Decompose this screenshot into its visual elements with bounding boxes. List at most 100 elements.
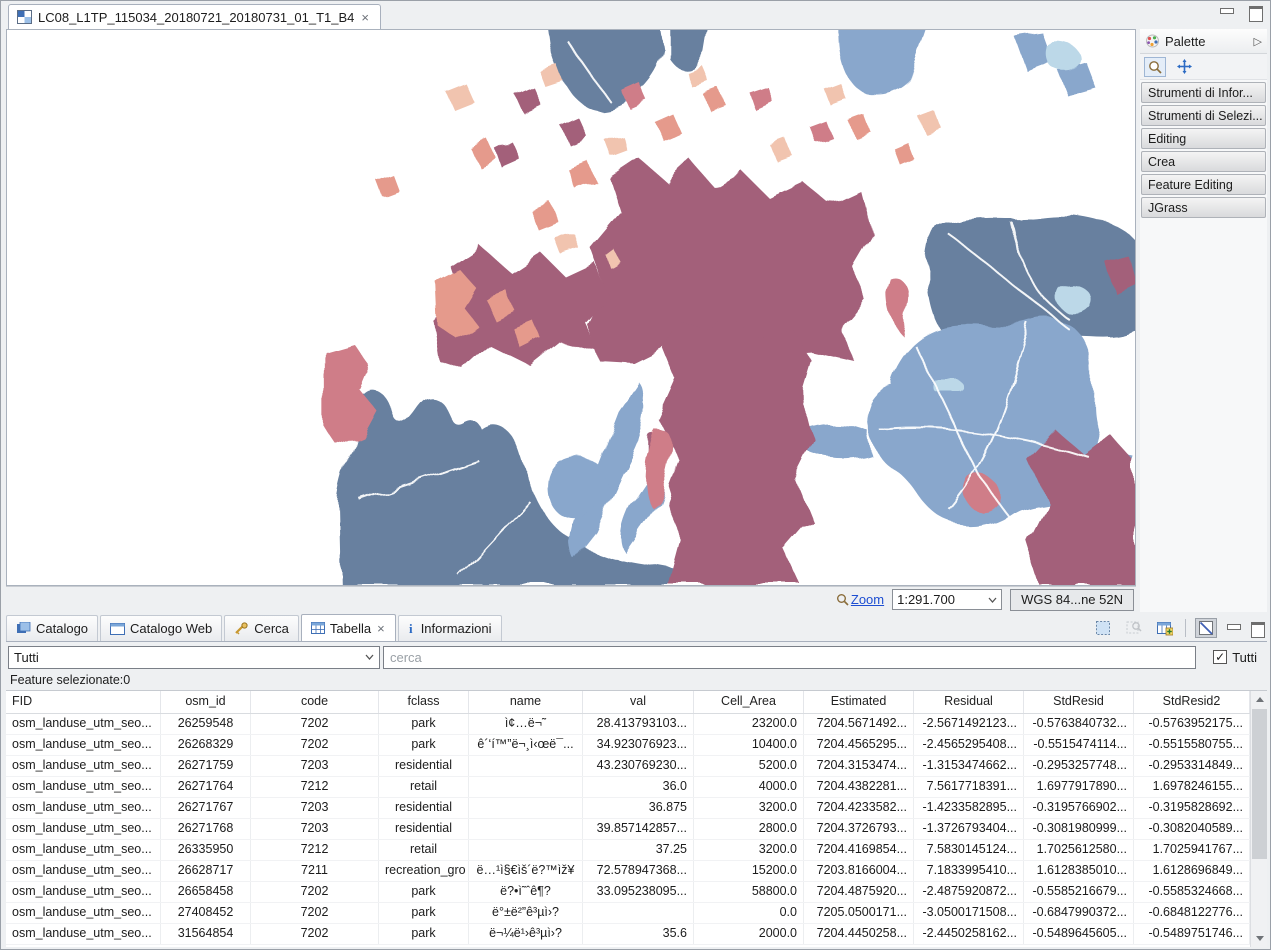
table-cell-name [469,777,583,797]
palette-expand-icon[interactable]: ▷ [1254,35,1262,48]
table-row[interactable]: osm_landuse_utm_seo...262717677203reside… [6,798,1250,819]
zoom-to-selection-button[interactable] [1123,618,1145,638]
table-cell-stdresid2: -0.5489751746... [1134,924,1250,944]
diagonal-line-icon [1198,620,1214,636]
table-row[interactable]: osm_landuse_utm_seo...262717597203reside… [6,756,1250,777]
table-row[interactable]: osm_landuse_utm_seo...274084527202parkë°… [6,903,1250,924]
table-cell-fid: osm_landuse_utm_seo... [6,777,161,797]
maximize-button[interactable] [1248,6,1263,19]
table-cell-osm_id: 26271764 [161,777,251,797]
map-statusbar: Zoom 1:291.700 WGS 84...ne 52N [6,586,1136,612]
column-header-code[interactable]: code [251,691,379,713]
tab-cerca[interactable]: Cerca [224,615,299,641]
magnifier-icon [1148,60,1162,74]
table-cell-code: 7203 [251,756,379,776]
table-row[interactable]: osm_landuse_utm_seo...262683297202parkê´… [6,735,1250,756]
add-feature-button[interactable] [1154,618,1176,638]
table-cell-val [583,903,694,923]
table-cell-stdresid2: -0.5763952175... [1134,714,1250,734]
column-header-stdresid2[interactable]: StdResid2 [1134,691,1250,713]
table-cell-residual: -1.4233582895... [914,798,1024,818]
zoom-link[interactable]: Zoom [836,592,884,607]
view-maximize-button[interactable] [1250,622,1265,635]
palette-category-editing[interactable]: Editing [1141,128,1266,149]
table-cell-fid: osm_landuse_utm_seo... [6,882,161,902]
all-checkbox[interactable]: ✓ Tutti [1199,650,1265,665]
table-row[interactable]: osm_landuse_utm_seo...266287177211recrea… [6,861,1250,882]
column-header-residual[interactable]: Residual [914,691,1024,713]
column-header-fid[interactable]: FID [6,691,161,713]
table-cell-name [469,819,583,839]
table-cell-cell_area: 2000.0 [694,924,804,944]
table-filter-row: Tutti ✓ Tutti [6,642,1267,672]
palette-category-jgrass[interactable]: JGrass [1141,197,1266,218]
scroll-up-button[interactable] [1251,691,1268,708]
tab-catalogo[interactable]: Catalogo [6,615,98,641]
table-cell-residual: -2.4875920872... [914,882,1024,902]
zoom-tool-button[interactable] [1144,57,1166,77]
table-row[interactable]: osm_landuse_utm_seo...266584587202parkë?… [6,882,1250,903]
map-canvas[interactable] [6,29,1136,586]
table-cell-residual: -2.4565295408... [914,735,1024,755]
vertical-scrollbar[interactable] [1250,691,1267,947]
palette-category-strumenti-selezione[interactable]: Strumenti di Selezi... [1141,105,1266,126]
table-cell-name: ë?•ì˜ˆê¶? [469,882,583,902]
table-cell-code: 7202 [251,882,379,902]
table-cell-name [469,798,583,818]
tab-informazioni[interactable]: i Informazioni [398,615,502,641]
table-cell-fclass: retail [379,777,469,797]
table-cell-stdresid2: 1.7025941767... [1134,840,1250,860]
table-cell-val: 35.6 [583,924,694,944]
table-cell-stdresid2: -0.2953314849... [1134,756,1250,776]
column-header-cell_area[interactable]: Cell_Area [694,691,804,713]
column-header-fclass[interactable]: fclass [379,691,469,713]
table-row[interactable]: osm_landuse_utm_seo...315648547202parkë¬… [6,924,1250,945]
tab-catalogo-web[interactable]: Catalogo Web [100,615,222,641]
table-row[interactable]: osm_landuse_utm_seo...263359507212retail… [6,840,1250,861]
table-cell-residual: -2.5671492123... [914,714,1024,734]
table-row[interactable]: osm_landuse_utm_seo...262717687203reside… [6,819,1250,840]
table-cell-residual: 7.5617718391... [914,777,1024,797]
table-cell-cell_area: 4000.0 [694,777,804,797]
minimize-button[interactable] [1219,6,1234,19]
search-key-icon [234,622,249,635]
column-header-stdresid[interactable]: StdResid [1024,691,1134,713]
scale-combo[interactable]: 1:291.700 [892,589,1002,610]
column-header-name[interactable]: name [469,691,583,713]
palette-toolbar [1140,54,1267,80]
table-cell-estimated: 7204.4565295... [804,735,914,755]
editor-tab-map[interactable]: LC08_L1TP_115034_20180721_20180731_01_T1… [8,4,381,29]
palette-category-strumenti-informazione[interactable]: Strumenti di Infor... [1141,82,1266,103]
table-cell-residual: -2.4450258162... [914,924,1024,944]
column-header-val[interactable]: val [583,691,694,713]
pan-tool-button[interactable] [1173,57,1195,77]
tab-tabella-close-icon[interactable]: × [376,621,386,636]
table-cell-stdresid2: -0.5515580755... [1134,735,1250,755]
tab-tabella[interactable]: Tabella × [301,614,396,641]
palette-category-crea[interactable]: Crea [1141,151,1266,172]
editor-tabbar: LC08_L1TP_115034_20180721_20180731_01_T1… [6,4,1136,29]
editor-tab-close-icon[interactable]: × [360,10,370,25]
table-cell-fid: osm_landuse_utm_seo... [6,903,161,923]
filter-scope-combo[interactable]: Tutti [8,646,380,669]
scrollbar-thumb[interactable] [1252,709,1267,859]
table-cell-code: 7203 [251,819,379,839]
column-header-estimated[interactable]: Estimated [804,691,914,713]
view-minimize-button[interactable] [1226,622,1241,635]
column-header-osm_id[interactable]: osm_id [161,691,251,713]
zoom-selection-icon [1126,620,1142,636]
select-all-button[interactable] [1092,618,1114,638]
scroll-down-button[interactable] [1251,930,1268,947]
table-grid: FIDosm_idcodefclassnamevalCell_AreaEstim… [6,691,1250,947]
palette-header[interactable]: Palette ▷ [1140,29,1267,54]
selection-filter-toggle-button[interactable] [1195,618,1217,638]
table-row[interactable]: osm_landuse_utm_seo...262717647212retail… [6,777,1250,798]
table-cell-osm_id: 26271768 [161,819,251,839]
table-header-row: FIDosm_idcodefclassnamevalCell_AreaEstim… [6,691,1250,714]
table-cell-code: 7202 [251,924,379,944]
crs-button[interactable]: WGS 84...ne 52N [1010,589,1134,611]
table-cell-stdresid: -0.5585216679... [1024,882,1134,902]
palette-category-feature-editing[interactable]: Feature Editing [1141,174,1266,195]
table-row[interactable]: osm_landuse_utm_seo...262595487202parkì¢… [6,714,1250,735]
search-input[interactable] [383,646,1196,669]
